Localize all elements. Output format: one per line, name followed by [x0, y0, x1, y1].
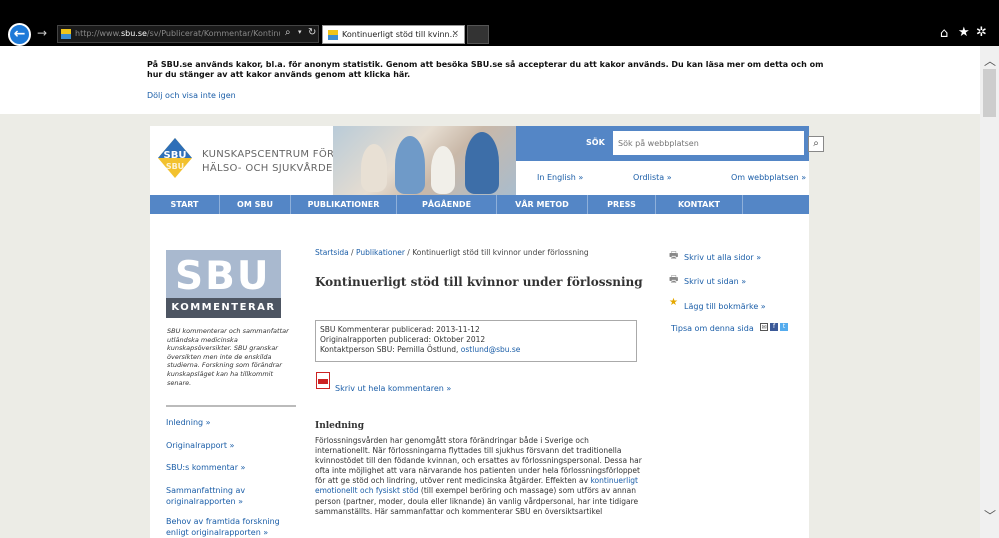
- nav-separator: [742, 195, 743, 214]
- logo-text: KUNSKAPSCENTRUM FÖR HÄLSO- OCH SJUKVÅRDE…: [202, 148, 340, 176]
- info-published: SBU Kommenterar publicerad: 2013-11-12: [320, 325, 480, 334]
- breadcrumb-startsida[interactable]: Startsida: [315, 248, 349, 257]
- sbu-logo-letters: SBU: [175, 254, 271, 299]
- nav-item-start[interactable]: START: [150, 195, 219, 214]
- back-button[interactable]: ←: [8, 23, 31, 46]
- vertical-scrollbar[interactable]: [980, 46, 999, 538]
- facebook-share-icon[interactable]: f: [770, 323, 778, 331]
- nav-item-publikationer[interactable]: PUBLIKATIONER: [291, 195, 396, 214]
- left-link-inledning[interactable]: Inledning »: [166, 417, 291, 428]
- photo-person: [361, 144, 387, 192]
- logo-line-2: HÄLSO- OCH SJUKVÅRDEN: [202, 163, 341, 174]
- info-contact: Kontaktperson SBU: Pernilla Östlund, ost…: [320, 345, 632, 355]
- home-icon[interactable]: ⌂: [940, 26, 948, 41]
- printer-icon[interactable]: 🖶: [669, 272, 678, 289]
- site-favicon-icon: [61, 29, 71, 39]
- breadcrumb-publikationer[interactable]: Publikationer: [356, 248, 405, 257]
- cookie-banner: På SBU.se används kakor, bl.a. för anony…: [0, 46, 980, 114]
- page-title: Kontinuerligt stöd till kvinnor under fö…: [315, 275, 643, 289]
- chevron-down-icon[interactable]: ▾: [298, 28, 302, 36]
- search-icon[interactable]: ⌕: [285, 27, 291, 38]
- scroll-up-icon[interactable]: ︿: [984, 52, 996, 69]
- nav-item-var-metod[interactable]: VÅR METOD: [497, 195, 587, 214]
- address-url[interactable]: http://www.sbu.se/sv/Publicerat/Kommenta…: [75, 29, 280, 38]
- body-text: Förlossningsvården har genomgått stora f…: [315, 436, 645, 538]
- sbu-description: SBU kommenterar och sammanfattar utländs…: [167, 327, 289, 387]
- print-page-link[interactable]: Skriv ut sidan »: [684, 277, 746, 286]
- address-bar[interactable]: http://www.sbu.se/sv/Publicerat/Kommenta…: [57, 25, 319, 43]
- left-link-behov-forskning[interactable]: Behov av framtida forskning enligt origi…: [166, 516, 286, 538]
- email-share-icon[interactable]: ✉: [760, 323, 768, 331]
- scroll-down-icon[interactable]: ﹀: [984, 507, 996, 524]
- browser-tab[interactable]: Kontinuerligt stöd till kvinn... ×: [322, 25, 465, 44]
- left-link-sammanfattning[interactable]: Sammanfattning av originalrapporten »: [166, 485, 266, 507]
- sbu-logo-band: KOMMENTERAR: [166, 298, 281, 318]
- divider: [166, 405, 296, 407]
- add-bookmark-link[interactable]: Lägg till bokmärke »: [684, 302, 766, 311]
- print-commentary-link[interactable]: Skriv ut hela kommentaren »: [335, 384, 451, 393]
- photo-person: [395, 136, 425, 194]
- breadcrumb-separator: /: [348, 248, 356, 257]
- tab-title: Kontinuerligt stöd till kvinn...: [342, 30, 458, 39]
- breadcrumb-current: Kontinuerligt stöd till kvinnor under fö…: [412, 248, 589, 257]
- svg-text:SBU: SBU: [166, 162, 184, 171]
- photo-person: [465, 132, 499, 194]
- forward-button[interactable]: →: [37, 26, 47, 40]
- search-icon: ⌕: [813, 138, 819, 149]
- url-domain: sbu.se: [120, 29, 147, 38]
- svg-text:SBU: SBU: [164, 150, 187, 161]
- publication-info-box: SBU Kommenterar publicerad: 2013-11-12 O…: [315, 320, 637, 362]
- search-button[interactable]: ⌕: [808, 136, 824, 152]
- util-link-english[interactable]: In English »: [537, 173, 583, 182]
- cookie-hide-link[interactable]: Dölj och visa inte igen: [147, 91, 236, 100]
- left-link-originalrapport[interactable]: Originalrapport »: [166, 440, 291, 451]
- url-prefix: http://www.: [75, 29, 121, 38]
- new-tab-button[interactable]: [467, 25, 489, 44]
- gear-icon[interactable]: ✲: [976, 25, 987, 40]
- info-original-published: Originalrapporten publicerad: Oktober 20…: [320, 335, 486, 344]
- refresh-icon[interactable]: ↻: [308, 27, 316, 38]
- nav-item-press[interactable]: PRESS: [588, 195, 655, 214]
- close-icon[interactable]: ×: [451, 29, 459, 39]
- sbu-logo-icon: SBU SBU: [158, 138, 192, 178]
- url-path: /sv/Publicerat/Kommentar/Kontinu: [146, 29, 280, 38]
- section-heading: Inledning: [315, 421, 364, 431]
- nav-item-om-sbu[interactable]: OM SBU: [220, 195, 290, 214]
- pdf-icon[interactable]: [316, 372, 330, 389]
- tab-favicon-icon: [328, 30, 338, 40]
- search-input[interactable]: [613, 131, 804, 155]
- printer-icon[interactable]: 🖶: [669, 248, 678, 265]
- cookie-banner-text: På SBU.se används kakor, bl.a. för anony…: [147, 60, 824, 79]
- tipsa-link[interactable]: Tipsa om denna sida: [671, 324, 754, 333]
- breadcrumb: Startsida / Publikationer / Kontinuerlig…: [315, 248, 589, 257]
- header-photo: [333, 126, 516, 195]
- logo-line-1: KUNSKAPSCENTRUM FÖR: [202, 149, 335, 160]
- util-link-ordlista[interactable]: Ordlista »: [633, 173, 672, 182]
- star-icon[interactable]: ★: [958, 25, 970, 40]
- util-link-om-webbplatsen[interactable]: Om webbplatsen »: [731, 173, 806, 182]
- nav-item-kontakt[interactable]: KONTAKT: [656, 195, 742, 214]
- bookmark-star-icon[interactable]: ★: [669, 297, 678, 308]
- nav-item-pagaende[interactable]: PÅGÅENDE: [397, 195, 496, 214]
- info-contact-label: Kontaktperson SBU: Pernilla Östlund,: [320, 345, 461, 354]
- print-all-pages-link[interactable]: Skriv ut alla sidor »: [684, 253, 761, 262]
- photo-person: [431, 146, 455, 194]
- search-label: SÖK: [586, 138, 605, 147]
- twitter-share-icon[interactable]: t: [780, 323, 788, 331]
- contact-email-link[interactable]: ostlund@sbu.se: [461, 345, 521, 354]
- left-link-sbus-kommentar[interactable]: SBU:s kommentar »: [166, 462, 291, 473]
- scrollbar-thumb[interactable]: [983, 69, 996, 117]
